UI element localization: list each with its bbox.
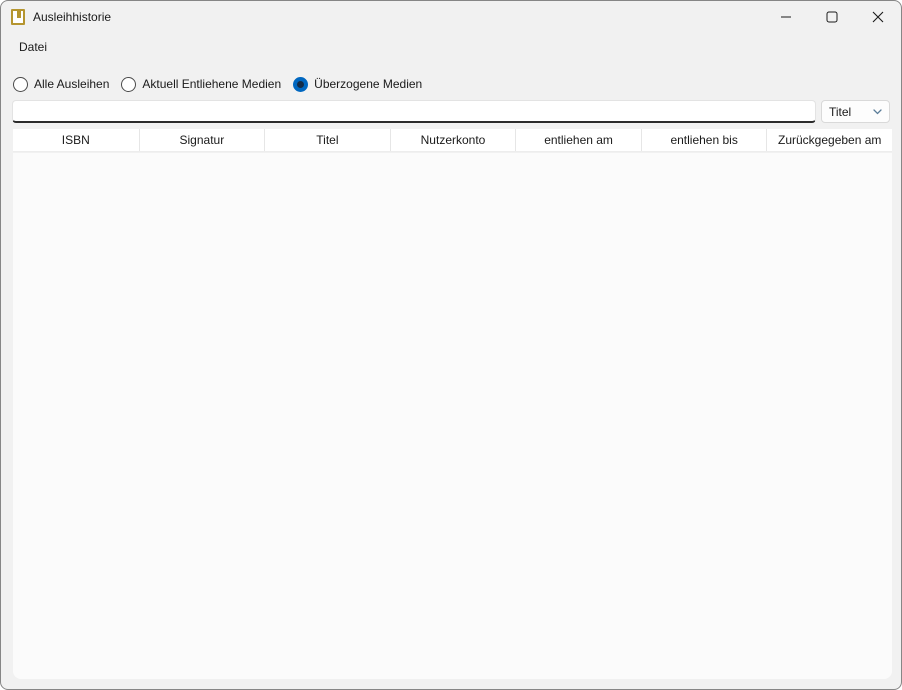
book-icon — [11, 9, 25, 25]
maximize-button[interactable] — [809, 1, 855, 33]
filter-radio-group: Alle Ausleihen Aktuell Entliehene Medien… — [13, 75, 434, 93]
title-bar[interactable]: Ausleihhistorie — [1, 1, 901, 33]
table-body — [13, 153, 892, 679]
radio-icon — [121, 77, 136, 92]
search-field-dropdown[interactable]: Titel — [821, 100, 890, 123]
search-input[interactable] — [12, 100, 816, 123]
radio-label: Alle Ausleihen — [34, 77, 109, 91]
column-header-zurueckgegeben-am[interactable]: Zurückgegeben am — [766, 129, 892, 151]
minimize-icon — [780, 11, 792, 23]
radio-label: Überzogene Medien — [314, 77, 422, 91]
radio-alle-ausleihen[interactable]: Alle Ausleihen — [13, 77, 109, 92]
app-window: Ausleihhistorie Datei Alle Ausleihen — [0, 0, 902, 690]
radio-ueberzogene-medien[interactable]: Überzogene Medien — [293, 77, 422, 92]
menu-bar: Datei — [7, 37, 59, 59]
dropdown-selected-value: Titel — [829, 105, 873, 119]
table-header-row: ISBN Signatur Titel Nutzerkonto entliehe… — [13, 129, 892, 152]
radio-icon — [293, 77, 308, 92]
column-header-nutzerkonto[interactable]: Nutzerkonto — [390, 129, 516, 151]
radio-aktuell-entliehene-medien[interactable]: Aktuell Entliehene Medien — [121, 77, 281, 92]
close-icon — [872, 11, 884, 23]
column-header-entliehen-bis[interactable]: entliehen bis — [641, 129, 767, 151]
chevron-down-icon — [873, 109, 882, 115]
menu-item-datei[interactable]: Datei — [7, 37, 59, 59]
maximize-icon — [826, 11, 838, 23]
column-header-isbn[interactable]: ISBN — [13, 129, 139, 151]
column-header-entliehen-am[interactable]: entliehen am — [515, 129, 641, 151]
column-header-signatur[interactable]: Signatur — [139, 129, 265, 151]
minimize-button[interactable] — [763, 1, 809, 33]
close-button[interactable] — [855, 1, 901, 33]
radio-icon — [13, 77, 28, 92]
window-title: Ausleihhistorie — [33, 1, 111, 33]
column-header-titel[interactable]: Titel — [264, 129, 390, 151]
radio-label: Aktuell Entliehene Medien — [142, 77, 281, 91]
